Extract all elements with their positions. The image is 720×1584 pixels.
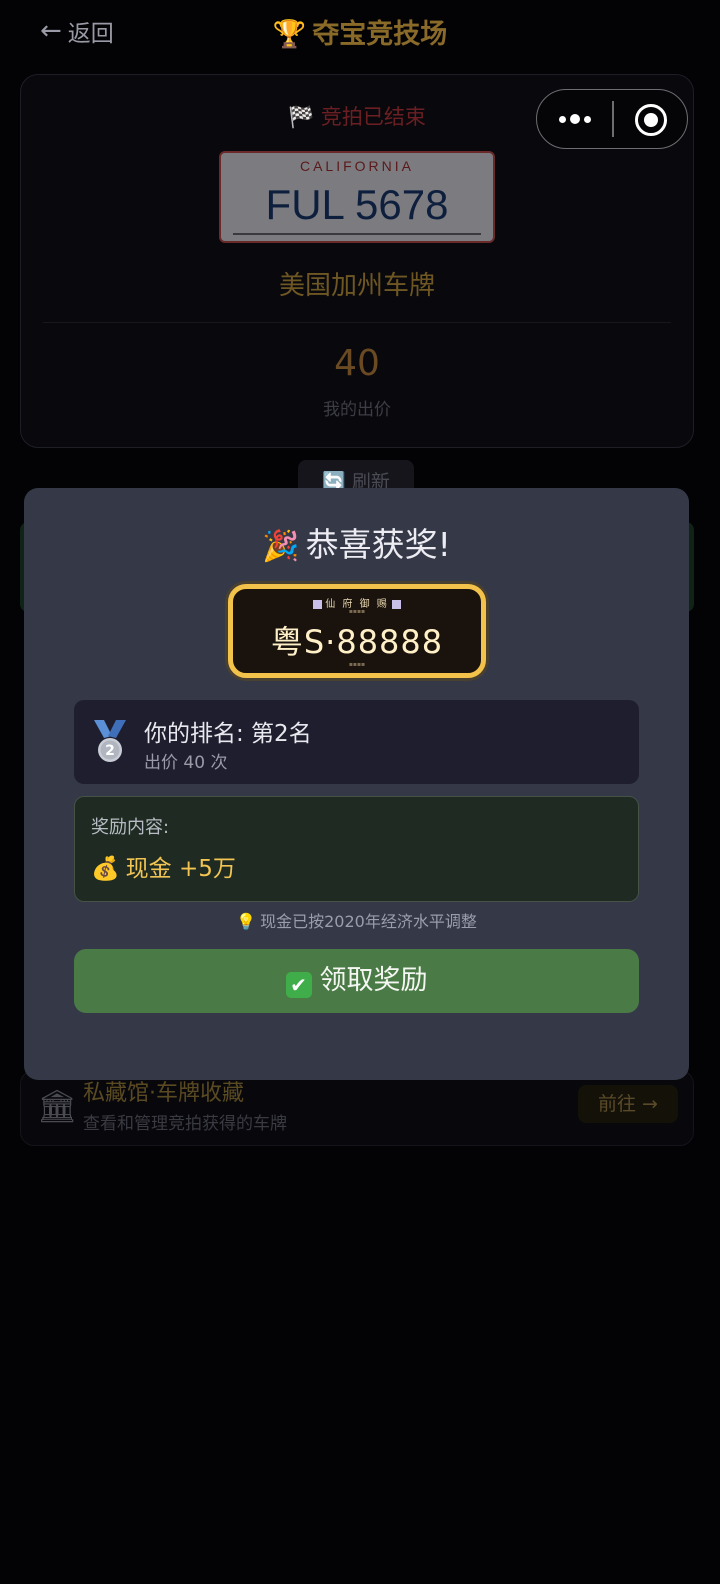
my-bid-value: 40	[334, 343, 380, 384]
modal-title-text: 恭喜获奖!	[305, 525, 451, 564]
bid-times: 出价 40 次	[144, 753, 228, 773]
california-plate: CALIFORNIA FUL 5678	[219, 151, 495, 243]
plate-state: CALIFORNIA	[299, 158, 414, 174]
more-icon[interactable]	[557, 108, 593, 132]
auction-status-text: 竞拍已结束	[320, 105, 426, 129]
plate-number: FUL 5678	[265, 181, 449, 228]
vault-card[interactable]: 🏛 私藏馆·车牌收藏 查看和管理竞拍获得的车牌 前往 →	[20, 1070, 694, 1146]
rank-box: 2 你的排名: 第2名 出价 40 次	[74, 700, 639, 784]
plate-decoration: ▪▪▪▪	[348, 661, 366, 668]
vault-subtitle: 查看和管理竞拍获得的车牌	[83, 1114, 287, 1134]
plate-name: 美国加州车牌	[278, 271, 435, 301]
reward-label: 奖励内容:	[91, 817, 170, 838]
prize-modal: 🎉 恭喜获奖! 仙 府 御 赐 ▪▪▪▪ 粤S·88888 ▪▪▪▪ 2 你的排名…	[24, 488, 689, 1080]
trophy-icon: 🏆	[272, 19, 307, 50]
plate-underline	[233, 233, 481, 235]
light-bulb-icon: 💡	[236, 912, 257, 931]
adjustment-note: 💡 现金已按2020年经济水平调整	[24, 908, 689, 932]
capsule-divider	[612, 101, 614, 137]
reward-box: 奖励内容: 💰 现金 +5万	[74, 796, 639, 902]
top-bar: ← 返回 🏆 夺宝竞技场	[0, 0, 720, 60]
claim-label: 领取奖励	[319, 965, 428, 996]
close-target-icon[interactable]	[635, 104, 667, 136]
reward-value: 💰 现金 +5万	[91, 849, 236, 883]
mini-program-capsule	[536, 89, 688, 149]
museum-icon: 🏛	[37, 1087, 78, 1125]
money-bag-icon: 💰	[91, 856, 120, 882]
party-popper-icon: 🎉	[262, 529, 300, 564]
divider	[43, 322, 671, 323]
rank-text: 你的排名: 第2名	[144, 721, 312, 747]
checkered-flag-icon: 🏁	[288, 105, 315, 129]
note-text: 现金已按2020年经济水平调整	[260, 912, 477, 931]
page-title-text: 夺宝竞技场	[312, 19, 448, 50]
check-mark-icon: ✔	[285, 972, 312, 998]
prize-plate: 仙 府 御 赐 ▪▪▪▪ 粤S·88888 ▪▪▪▪	[228, 584, 486, 678]
claim-reward-button[interactable]: ✔ 领取奖励	[74, 949, 639, 1013]
modal-title: 🎉 恭喜获奖!	[24, 518, 689, 566]
go-button[interactable]: 前往 →	[578, 1085, 678, 1123]
prize-plate-number: 粤S·88888	[270, 623, 444, 661]
medal-rank-number: 2	[105, 743, 115, 759]
plate-decoration: ▪▪▪▪	[348, 608, 366, 615]
silver-medal-icon: 2	[94, 720, 126, 762]
reward-value-text: 现金 +5万	[125, 856, 236, 882]
page-title: 🏆 夺宝竞技场	[0, 12, 720, 51]
my-bid-label: 我的出价	[323, 400, 391, 420]
